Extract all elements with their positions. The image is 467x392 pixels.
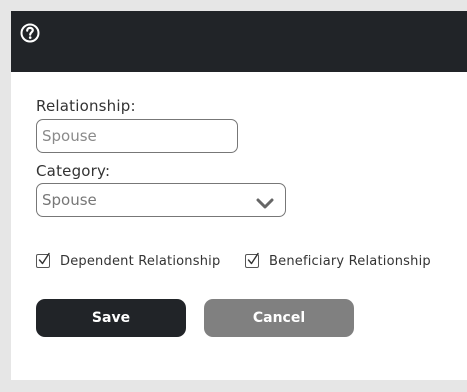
dialog-panel: Relationship: Category: Spouse Dependent… [11,11,467,380]
dialog-header [11,11,467,72]
category-select[interactable]: Spouse [36,183,286,217]
cancel-button[interactable]: Cancel [204,299,354,337]
beneficiary-relationship-checkbox[interactable] [245,252,259,268]
beneficiary-relationship-option[interactable]: Beneficiary Relationship [245,252,431,270]
dependent-relationship-checkbox[interactable] [36,252,50,268]
relationship-label: Relationship: [36,97,136,115]
dependent-relationship-label: Dependent Relationship [60,253,221,269]
relationship-input[interactable] [36,119,238,153]
chevron-down-icon [256,195,274,209]
dependent-relationship-option[interactable]: Dependent Relationship [36,252,220,270]
save-button[interactable]: Save [36,299,186,337]
category-selected-value: Spouse [42,191,97,209]
beneficiary-relationship-label: Beneficiary Relationship [269,253,431,269]
help-icon[interactable] [20,23,40,43]
category-label: Category: [36,162,111,180]
